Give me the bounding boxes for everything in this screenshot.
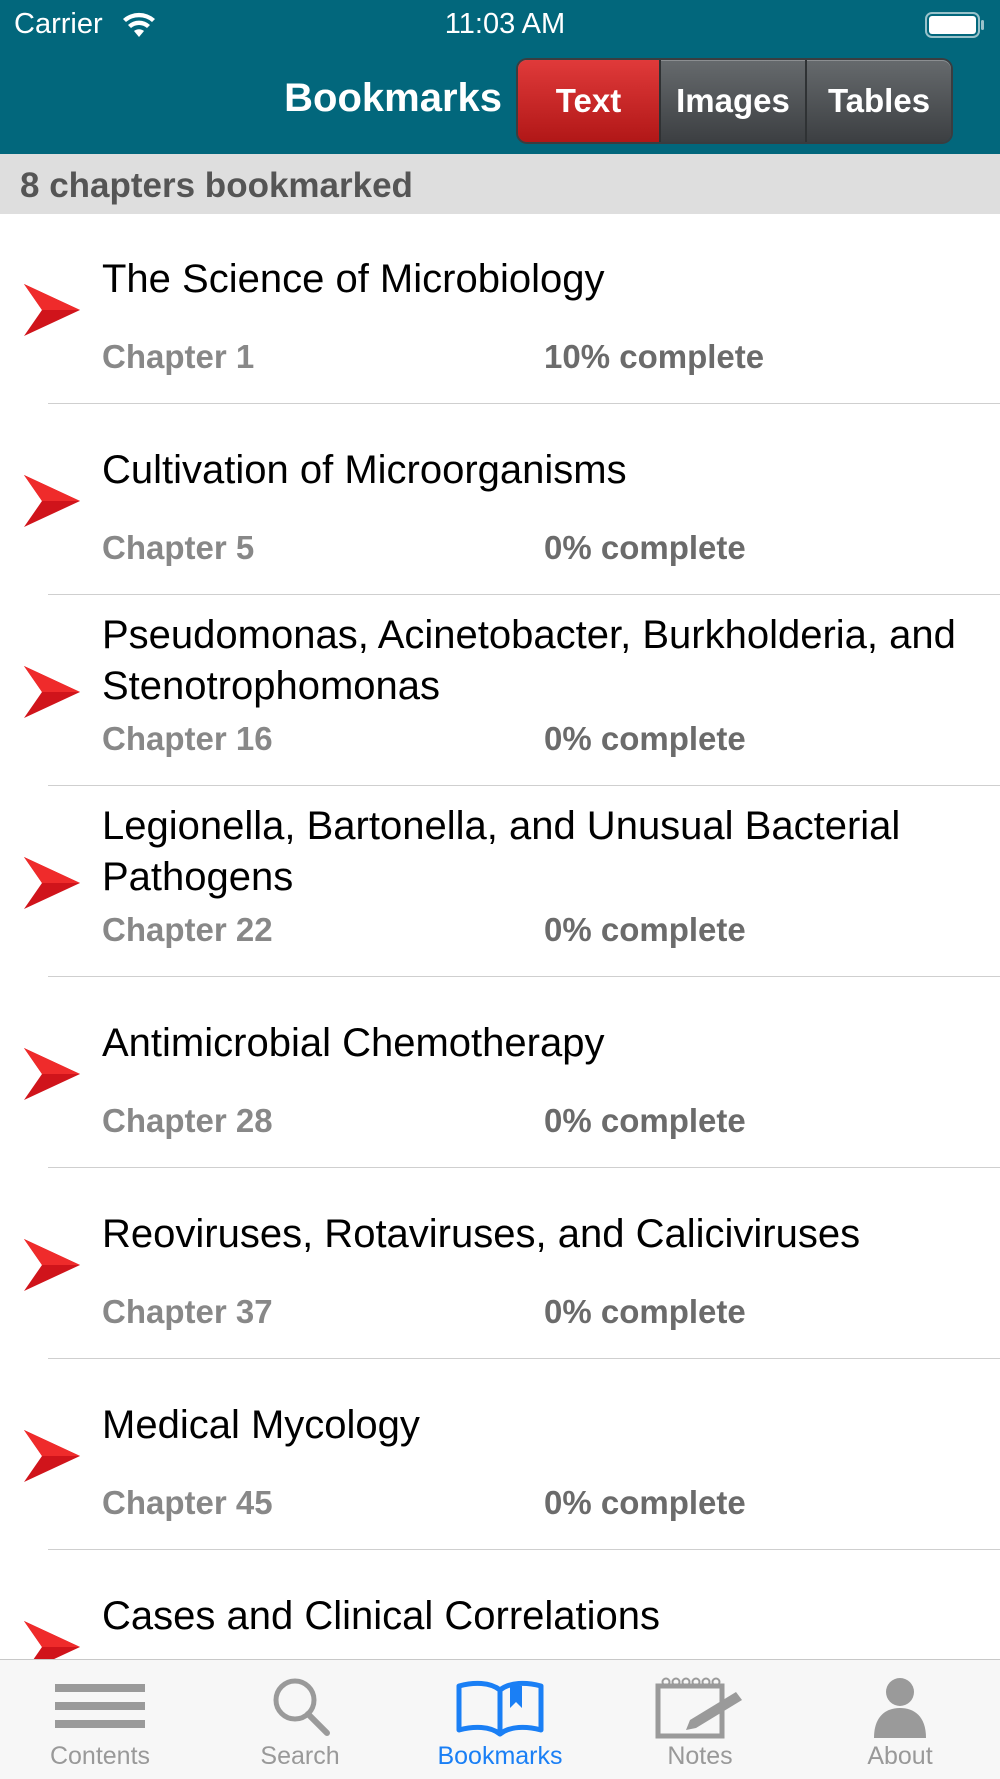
bookmark-chapter: Chapter 28 [102,1102,273,1139]
battery-icon [925,12,984,38]
bookmark-row[interactable]: The Science of Microbiology Chapter 1 10… [0,214,1000,404]
bookmark-row[interactable]: Legionella, Bartonella, and Unusual Bact… [0,787,1000,977]
red-arrow-icon [24,857,80,909]
tab-label: Notes [667,1742,733,1770]
page-title: Bookmarks [284,76,502,120]
bookmark-progress: 10% complete [544,338,765,375]
bookmark-row[interactable]: Antimicrobial Chemotherapy Chapter 28 0%… [0,978,1000,1168]
bookmark-row[interactable]: Cultivation of Microorganisms Chapter 5 … [0,405,1000,595]
person-icon [874,1678,926,1738]
tab-notes[interactable]: Notes [600,1660,800,1779]
nav-header: Carrier 11:03 AM Bookmarks Text Images T… [0,0,1000,154]
segment-tables[interactable]: Tables [807,60,951,142]
tab-bookmarks[interactable]: Bookmarks [400,1660,600,1779]
list-icon [55,1684,145,1728]
search-icon [273,1678,330,1736]
row-divider [48,594,1000,595]
bookmark-title: The Science of Microbiology [102,257,605,301]
bookmark-chapter: Chapter 16 [102,720,273,757]
bookmark-title: Legionella, Bartonella, and Unusual Bact… [102,804,901,899]
bookmark-row[interactable]: Reoviruses, Rotaviruses, and Calicivirus… [0,1169,1000,1359]
bookmark-list: The Science of Microbiology Chapter 1 10… [0,214,1000,1659]
status-bar: Carrier 11:03 AM [0,0,1000,50]
bookmark-title: Cases and Clinical Correlations [102,1594,661,1638]
bookmark-title: Pseudomonas, Acinetobacter, Burkholderia… [102,613,956,708]
open-book-icon [456,1680,544,1737]
bookmark-progress: 0% complete [544,720,746,757]
tab-label: About [867,1742,933,1770]
red-arrow-icon [24,1048,80,1100]
bookmark-row[interactable]: Pseudomonas, Acinetobacter, Burkholderia… [0,596,1000,786]
bookmark-chapter: Chapter 1 [102,338,255,375]
red-arrow-icon [24,1621,80,1659]
bookmark-title: Reoviruses, Rotaviruses, and Calicivirus… [102,1212,861,1256]
bookmark-chapter: Chapter 37 [102,1293,273,1330]
red-arrow-icon [24,666,80,718]
row-divider [48,403,1000,404]
bookmark-chapter: Chapter 5 [102,529,255,566]
row-divider [48,1167,1000,1168]
bookmark-title: Antimicrobial Chemotherapy [102,1021,605,1065]
bookmark-row[interactable]: Medical Mycology Chapter 45 0% complete [0,1360,1000,1550]
bookmark-chapter: Chapter 45 [102,1484,273,1521]
segment-images[interactable]: Images [661,60,807,142]
bookmark-title: Medical Mycology [102,1403,420,1447]
bookmark-progress: 0% complete [544,1293,746,1330]
content-type-segmented-control: Text Images Tables [518,60,951,142]
bookmark-count-label: 8 chapters bookmarked [20,166,413,205]
bookmark-progress: 0% complete [544,1102,746,1139]
red-arrow-icon [24,475,80,527]
row-divider [48,976,1000,977]
row-divider [48,785,1000,786]
bookmark-progress: 0% complete [544,529,746,566]
bookmark-count-bar: 8 chapters bookmarked [0,154,1000,214]
red-arrow-icon [24,1239,80,1291]
bookmark-progress: 0% complete [544,911,746,948]
tab-label: Contents [49,1742,151,1770]
bookmark-row[interactable]: Cases and Clinical Correlations [0,1551,1000,1659]
bookmark-title: Cultivation of Microorganisms [102,448,627,492]
red-arrow-icon [24,284,80,336]
segment-text[interactable]: Text [518,60,661,142]
tab-about[interactable]: About [800,1660,1000,1779]
row-divider [48,1549,1000,1550]
clock: 11:03 AM [444,8,566,40]
tab-label: Bookmarks [437,1742,563,1770]
notepad-icon [655,1677,742,1739]
tab-label: Search [260,1742,340,1770]
tab-search[interactable]: Search [200,1660,400,1779]
bookmark-progress: 0% complete [544,1484,746,1521]
red-arrow-icon [24,1430,80,1482]
bookmark-chapter: Chapter 22 [102,911,273,948]
tab-contents[interactable]: Contents [0,1660,200,1779]
row-divider [48,1358,1000,1359]
tab-bar: Contents Search Bookmarks Notes About [0,1659,1000,1779]
